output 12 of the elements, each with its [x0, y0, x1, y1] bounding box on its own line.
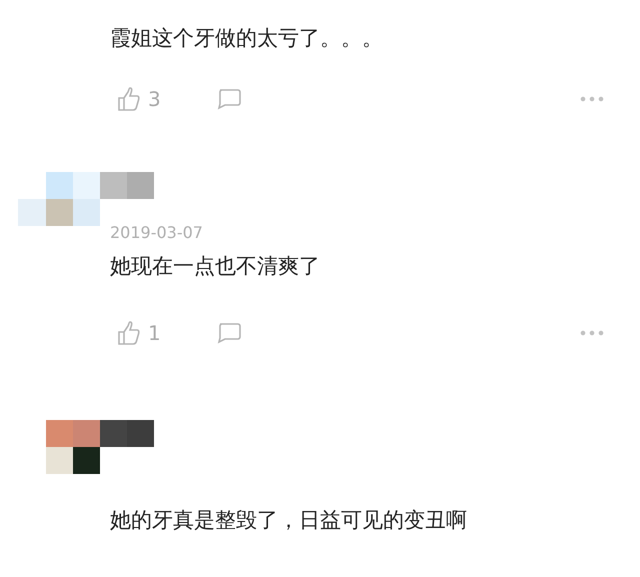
comment-date: 2019-03-07	[109, 224, 204, 242]
like-count: 3	[148, 87, 161, 111]
comment-icon[interactable]	[216, 321, 242, 345]
comment-text: 霞姐这个牙做的太亏了。。。	[109, 25, 384, 52]
comment-text: 她的牙真是整毁了，日益可见的变丑啊	[109, 507, 468, 534]
comment-text: 她现在一点也不清爽了	[109, 253, 321, 280]
thumbs-up-icon[interactable]	[116, 86, 142, 112]
like-count: 1	[148, 321, 161, 345]
more-icon[interactable]	[580, 96, 604, 102]
more-icon[interactable]	[580, 330, 604, 336]
thumbs-up-icon[interactable]	[116, 320, 142, 346]
comment-icon[interactable]	[216, 87, 242, 111]
